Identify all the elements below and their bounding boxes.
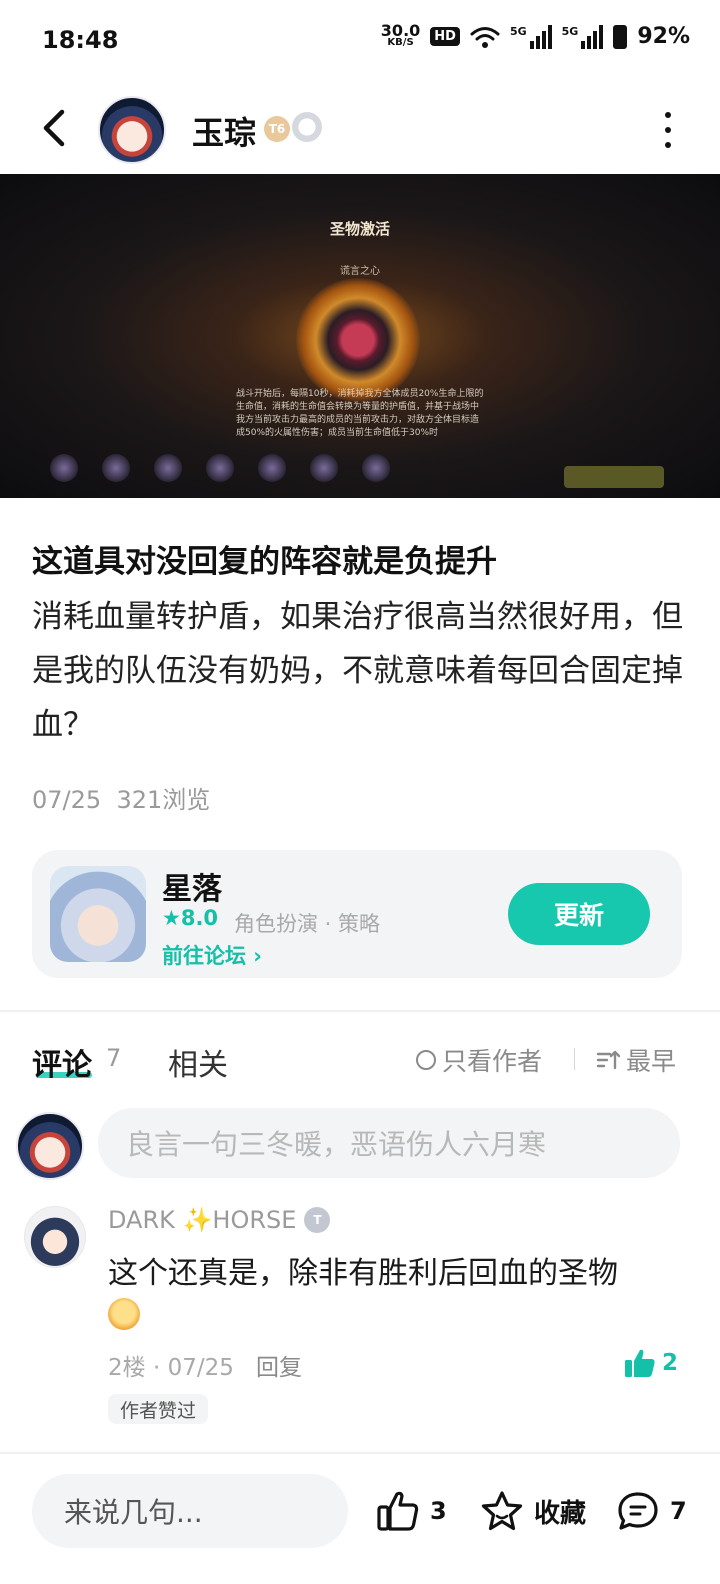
banner-skill-icons [50,454,390,482]
back-button[interactable] [30,104,78,152]
banner-title: 圣物激活 [329,220,390,238]
comment-input[interactable]: 良言一句三冬暖，恶语伤人六月寒 [98,1108,680,1178]
tab-comments[interactable]: 评论 [32,1040,92,1084]
post-views: 321浏览 [116,786,211,814]
post-meta: 07/25 321浏览 [32,780,210,815]
signal-icon: 5G [510,24,552,49]
network-speed-value: 30.0 [380,20,421,40]
comments-button[interactable]: 7 [616,1490,687,1532]
network-speed: 30.0 KB/S [380,20,421,49]
sort-label: 最早 [626,1047,677,1076]
post-detail-page: 18:48 30.0 KB/S HD 5G 5G 92% 玉琮 T6 圣物激活 … [0,0,720,1584]
favorite-label: 收藏 [534,1498,587,1529]
author-liked-tag: 作者赞过 [108,1394,209,1424]
star-outline-icon [481,1491,523,1531]
author-only-toggle[interactable]: 只看作者 [416,1042,542,1078]
author-name[interactable]: 玉琮 [192,108,256,154]
more-vertical-icon [665,112,671,118]
comment-like-count: 2 [661,1350,678,1376]
bottom-input-placeholder: 来说几句... [64,1496,203,1529]
bottom-divider [0,1452,720,1454]
skill-icon [154,454,182,482]
commenter-avatar[interactable] [24,1206,86,1268]
comment-input-placeholder: 良言一句三冬暖，恶语伤人六月寒 [126,1128,547,1161]
skill-icon [102,454,130,482]
sort-icon [596,1050,620,1070]
post-like-count: 3 [430,1497,447,1525]
status-time: 18:48 [42,26,119,54]
comment-like-button[interactable]: 2 [624,1348,678,1378]
commenter-name: DARK ✨HORSE [108,1206,297,1234]
comment-meta: 2楼 · 07/25 [108,1355,234,1381]
comment-bubble-icon [618,1492,658,1530]
status-bar: 18:48 30.0 KB/S HD 5G 5G 92% [0,0,720,86]
section-divider [0,1010,720,1012]
skill-icon [258,454,286,482]
post-image[interactable]: 圣物激活 谎言之心 战斗开始后，每隔10秒，消耗掉我方全体成员20%生命上限的生… [0,174,720,498]
wifi-icon [470,26,500,48]
sort-button[interactable]: 最早 [596,1042,676,1078]
commenter-name-row[interactable]: DARK ✨HORSE T [108,1206,331,1234]
thumbs-up-filled-icon [624,1349,655,1377]
post-like-button[interactable]: 3 [376,1490,447,1532]
game-name: 星落 [162,872,222,907]
game-rating: ★8.0 [162,906,219,930]
battery-icon [613,24,628,49]
game-card[interactable]: 星落 ★8.0 角色扮演 · 策略 前往论坛 › 更新 [32,850,682,978]
skill-icon [50,454,78,482]
comment-text: 这个还真是，除非有胜利后回血的圣物 [108,1256,618,1291]
skill-icon [206,454,234,482]
back-arrow-icon [43,109,65,147]
banner-description: 战斗开始后，每隔10秒，消耗掉我方全体成员20%生命上限的生命值，消耗的生命值会… [236,389,484,438]
post-title: 这道具对没回复的阵容就是负提升 [32,544,497,580]
commenter-badge-icon: T [304,1207,331,1233]
radio-circle-icon [416,1050,436,1070]
update-button[interactable]: 更新 [508,883,650,945]
comments-count: 7 [106,1044,122,1072]
level-badge: T6 [264,116,290,142]
post-body: 消耗血量转护盾，如果治疗很高当然很好用，但是我的队伍没有奶妈，不就意味着每回合固… [32,599,683,743]
app-header: 玉琮 T6 [0,86,720,174]
game-app-icon[interactable] [50,866,146,962]
more-options-button[interactable] [656,112,680,148]
emoji-sticker-icon [108,1298,140,1330]
network-speed-unit: KB/S [387,36,414,48]
banner-confirm-button [564,466,664,488]
reply-button[interactable]: 回复 [256,1348,302,1382]
my-avatar [16,1112,84,1180]
status-indicators: 30.0 KB/S HD 5G 5G 92% [380,20,690,49]
filter-separator [574,1048,575,1070]
relic-orb-icon [296,278,420,402]
title-badge-icon [292,112,322,142]
go-to-forum-link[interactable]: 前往论坛 › [162,940,262,970]
banner-subtitle: 谎言之心 [340,266,380,277]
skill-icon [362,454,390,482]
post-date: 07/25 [32,786,102,814]
skill-icon [310,454,338,482]
tab-related[interactable]: 相关 [168,1040,228,1084]
signal-icon: 5G [562,24,604,49]
author-only-label: 只看作者 [442,1047,543,1076]
bottom-comment-input[interactable]: 来说几句... [32,1474,348,1548]
comments-count-bottom: 7 [670,1497,687,1525]
game-tags: 角色扮演 · 策略 [234,912,381,936]
hd-icon: HD [430,27,460,46]
favorite-button[interactable]: 收藏 [480,1490,586,1532]
battery-level: 92% [637,24,690,49]
author-avatar[interactable] [98,96,166,164]
thumbs-up-icon [377,1491,419,1531]
